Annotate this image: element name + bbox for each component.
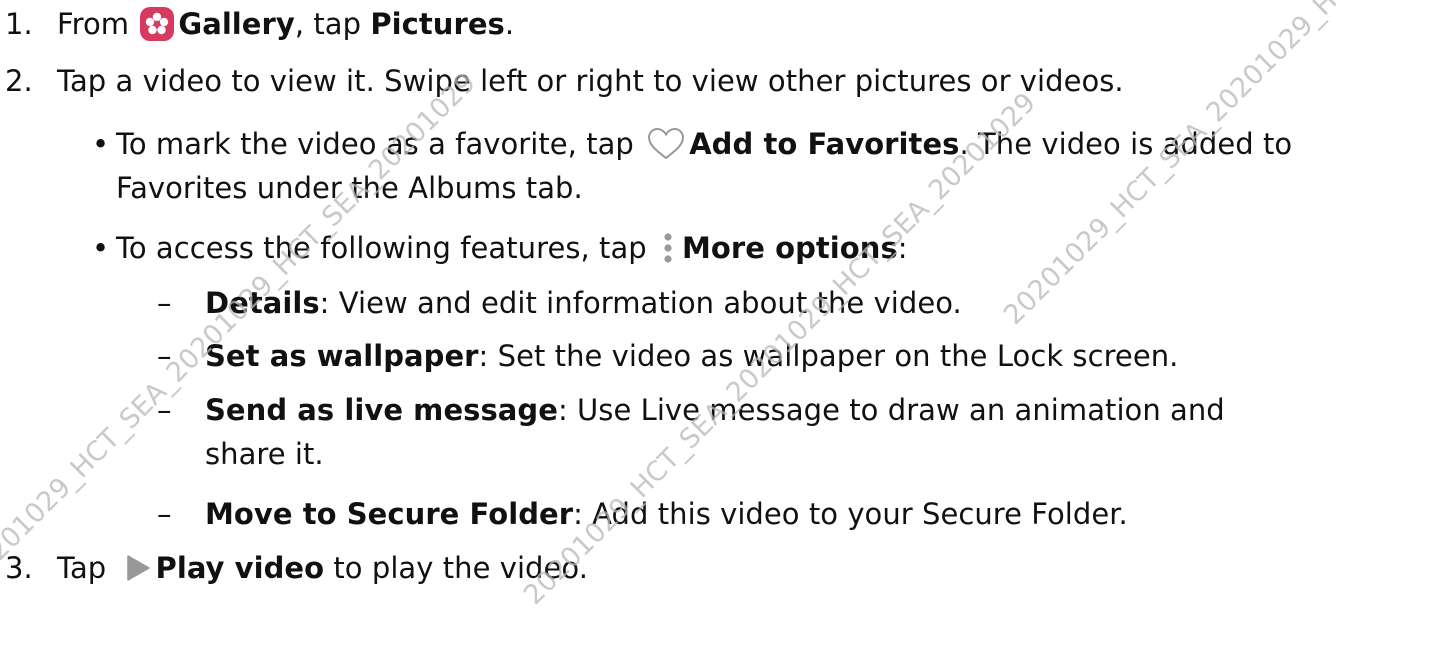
sub-item-set-as-wallpaper: Set as wallpaper: Set the video as wallp… <box>205 336 1178 376</box>
gallery-icon <box>140 7 175 41</box>
step-number: 3. <box>5 551 33 585</box>
dash-marker: – <box>157 339 172 373</box>
heart-icon <box>647 127 685 161</box>
sub-item-details: Details: View and edit information about… <box>205 283 962 323</box>
play-video-label: Play video <box>155 551 325 585</box>
bullet-1-line-2: Favorites under the Albums tab. <box>116 171 583 205</box>
document-page: 1. From Gallery, tap Pictures. 2. Tap a vi… <box>0 0 1430 649</box>
watermark: 20201029_HCT_SEA_20201029_HCT_SEA_202010… <box>998 0 1430 331</box>
step-2: 2. Tap a video to view it. Swipe left or … <box>5 61 1124 101</box>
bullet-more-options: To access the following features, tap Mo… <box>116 228 908 268</box>
bullet-1-suffix: . The video is added to <box>959 127 1293 161</box>
add-to-favorites-label: Add to Favorites <box>689 127 960 161</box>
bullet-2-prefix: To access the following features, tap <box>116 231 647 265</box>
bullet-favorite: To mark the video as a favorite, tap Add… <box>116 124 1292 164</box>
sub-item-title: Set as wallpaper <box>205 339 479 373</box>
dash-marker: – <box>157 393 172 427</box>
step-number: 2. <box>5 64 33 98</box>
sub-item-text: : View and edit information about the vi… <box>319 286 962 320</box>
dash-marker: – <box>157 286 172 320</box>
more-options-label: More options <box>682 231 898 265</box>
step-2-text: Tap a video to view it. Swipe left or ri… <box>57 64 1124 98</box>
sub-item-text: : Use Live message to draw an animation … <box>557 393 1225 427</box>
dash-marker: – <box>157 497 172 531</box>
sub-item-title: Move to Secure Folder <box>205 497 574 531</box>
step-1: 1. From Gallery, tap Pictures. <box>5 4 514 44</box>
sub-item-text-line-2: share it. <box>205 437 324 471</box>
step-3-suffix: to play the video. <box>324 551 588 585</box>
sub-item-title: Details <box>205 286 320 320</box>
bullet-favorite-line-2: Favorites under the Albums tab. <box>116 168 583 208</box>
step-number: 1. <box>5 7 33 41</box>
more-options-icon <box>660 231 676 265</box>
bullet-marker: • <box>92 127 110 161</box>
play-icon <box>122 553 152 583</box>
step-1-prefix: From <box>57 7 130 41</box>
sub-item-send-as-live-message-line-2: share it. <box>205 434 324 474</box>
sub-item-send-as-live-message: Send as live message: Use Live message t… <box>205 390 1225 430</box>
gallery-app-name: Gallery <box>178 7 295 41</box>
step-1-end: . <box>504 7 515 41</box>
step-3: 3. Tap Play video to play the video. <box>5 548 588 588</box>
sub-item-text: : Add this video to your Secure Folder. <box>573 497 1128 531</box>
bullet-marker: • <box>92 231 110 265</box>
step-3-prefix: Tap <box>57 551 107 585</box>
bullet-1-prefix: To mark the video as a favorite, tap <box>116 127 634 161</box>
pictures-tab-name: Pictures <box>370 7 505 41</box>
sub-item-title: Send as live message <box>205 393 558 427</box>
bullet-2-suffix: : <box>897 231 908 265</box>
sub-item-move-to-secure-folder: Move to Secure Folder: Add this video to… <box>205 494 1128 534</box>
sub-item-text: : Set the video as wallpaper on the Lock… <box>478 339 1179 373</box>
step-1-mid: , tap <box>294 7 371 41</box>
